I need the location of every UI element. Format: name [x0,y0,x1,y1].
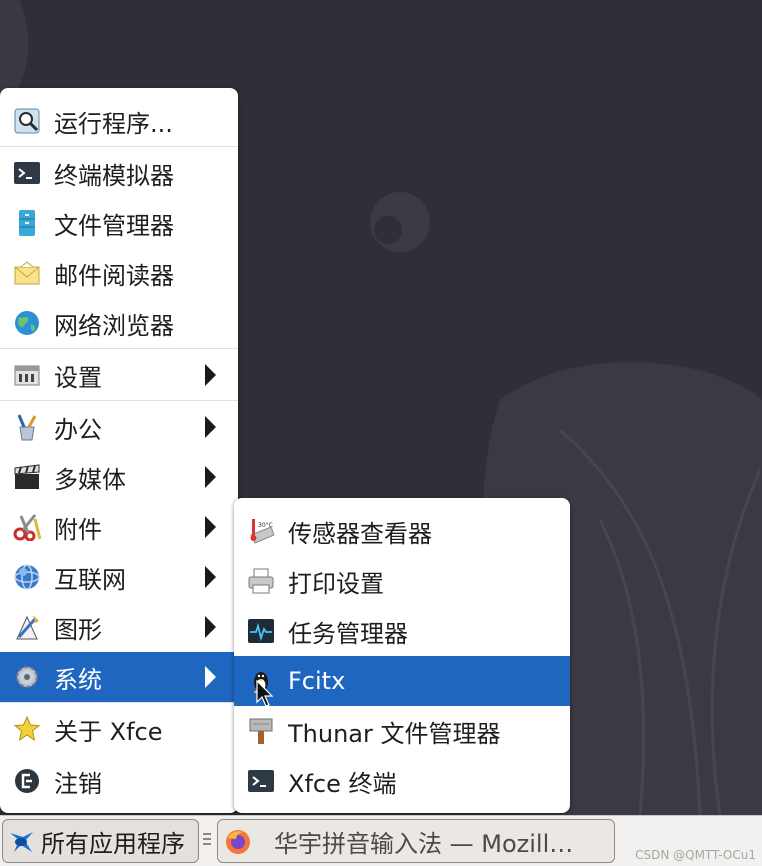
menu-item-label: 任务管理器 [288,619,408,648]
scissors-icon [13,513,41,541]
submenu-item-task-manager[interactable]: 任务管理器 [234,606,570,656]
panel-separator-handle[interactable] [203,830,211,852]
menu-item-run-program[interactable]: 运行程序... [0,96,238,146]
menu-item-about-xfce[interactable]: 关于 Xfce [0,704,238,754]
menu-item-label: 图形 [54,615,102,644]
menu-item-label: 附件 [54,515,102,544]
menu-item-label: 设置 [54,363,102,392]
terminal-icon [247,767,275,795]
menu-item-web-browser[interactable]: 网络浏览器 [0,298,238,348]
menu-item-label: 终端模拟器 [54,161,174,190]
menu-item-label: 网络浏览器 [54,311,174,340]
submenu-arrow-icon [205,666,216,688]
taskbar: 所有应用程序 华宇拼音输入法 — Mozill… CSDN @QMTT-OCu1 [0,815,762,866]
submenu-arrow-icon [205,416,216,438]
menu-item-office[interactable]: 办公 [0,402,238,452]
taskbar-window-title: 华宇拼音输入法 — Mozill… [274,829,574,858]
clapperboard-icon [13,463,41,491]
star-icon [13,715,41,743]
menu-item-label: 传感器查看器 [288,519,432,548]
applications-menu: 运行程序... 终端模拟器 文件管理器 邮件阅读器 网络浏览器 设置 办公 多媒… [0,88,238,813]
menu-item-internet[interactable]: 互联网 [0,552,238,602]
svg-text:30°C: 30°C [258,522,273,529]
menu-item-multimedia[interactable]: 多媒体 [0,452,238,502]
submenu-arrow-icon [205,466,216,488]
submenu-item-print-settings[interactable]: 打印设置 [234,556,570,606]
system-submenu: 30°C 传感器查看器 打印设置 任务管理器 Fcitx Thunar 文件管理… [234,498,570,813]
menu-item-file-manager[interactable]: 文件管理器 [0,198,238,248]
menu-item-accessories[interactable]: 附件 [0,502,238,552]
menu-separator [0,348,238,349]
menu-separator [0,702,238,703]
thunar-hammer-icon [247,717,275,745]
submenu-arrow-icon [205,364,216,386]
menu-item-label: 打印设置 [288,569,384,598]
earth-icon [13,563,41,591]
menu-item-system[interactable]: 系统 [0,652,238,702]
submenu-item-thunar[interactable]: Thunar 文件管理器 [234,706,570,756]
mail-envelope-icon [13,259,41,287]
xfce-logo-icon [7,828,35,856]
task-monitor-icon [247,617,275,645]
submenu-arrow-icon [205,616,216,638]
submenu-item-xfce-terminal[interactable]: Xfce 终端 [234,756,570,806]
menu-item-logout[interactable]: 注销 [0,756,238,806]
menu-item-mail-reader[interactable]: 邮件阅读器 [0,248,238,298]
menu-item-settings[interactable]: 设置 [0,350,238,400]
settings-icon [13,361,41,389]
submenu-item-fcitx[interactable]: Fcitx [234,656,570,706]
printer-icon [247,567,275,595]
menu-item-graphics[interactable]: 图形 [0,602,238,652]
menu-item-label: 关于 Xfce [54,717,163,746]
menu-item-label: 注销 [54,769,102,798]
submenu-item-sensor-viewer[interactable]: 30°C 传感器查看器 [234,506,570,556]
watermark-text: CSDN @QMTT-OCu1 [635,848,756,862]
menu-item-label: 运行程序... [54,109,173,138]
submenu-arrow-icon [205,516,216,538]
globe-icon [13,309,41,337]
menu-separator [0,146,238,147]
submenu-arrow-icon [205,566,216,588]
menu-item-label: 多媒体 [54,465,126,494]
office-pens-icon [13,413,41,441]
menu-item-terminal[interactable]: 终端模拟器 [0,148,238,198]
taskbar-window-button[interactable]: 华宇拼音输入法 — Mozill… [217,819,615,863]
menu-item-label: 邮件阅读器 [54,261,174,290]
menu-item-label: Thunar 文件管理器 [288,719,501,748]
sensors-thermometer-icon: 30°C [247,517,275,545]
menu-item-label: 互联网 [54,565,126,594]
menu-item-label: 办公 [54,415,102,444]
applications-menu-button[interactable]: 所有应用程序 [2,819,199,863]
menu-item-label: Xfce 终端 [288,769,397,798]
file-cabinet-icon [13,209,41,237]
graphics-icon [13,613,41,641]
mouse-cursor-icon [256,680,274,707]
menu-item-label: Fcitx [288,667,346,695]
gear-icon [13,663,41,691]
menu-item-label: 系统 [54,665,102,694]
firefox-icon [224,828,252,856]
menu-item-label: 文件管理器 [54,211,174,240]
terminal-icon [13,159,41,187]
logout-icon [13,767,41,795]
search-run-icon [13,107,41,135]
applications-menu-label: 所有应用程序 [41,829,185,858]
menu-separator [0,400,238,401]
